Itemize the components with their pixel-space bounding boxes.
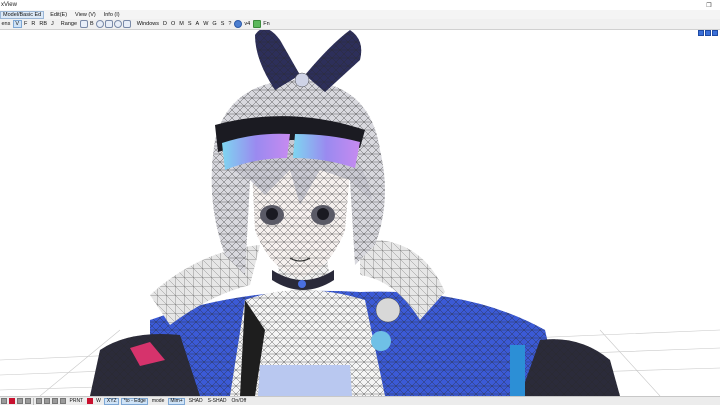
toolbar-ens[interactable]: ens <box>0 20 12 28</box>
title-bar: xView ❐ <box>0 0 720 10</box>
shad-button[interactable]: SHAD <box>187 398 204 405</box>
status-icon-1[interactable] <box>1 398 7 404</box>
window-s2[interactable]: S <box>219 20 226 28</box>
toolbar-rb[interactable]: RB <box>38 20 49 28</box>
shoulder-badge <box>371 331 391 351</box>
grid-icon[interactable] <box>252 20 261 28</box>
window-s[interactable]: S <box>186 20 193 28</box>
status-icon-4[interactable] <box>36 398 42 404</box>
prnt-button[interactable]: PRNT <box>68 398 85 405</box>
v4-label[interactable]: v4 <box>243 20 252 28</box>
menu-edit[interactable]: Edit(E) <box>48 11 69 19</box>
status-icon-5[interactable] <box>44 398 50 404</box>
toolbar-r[interactable]: R <box>30 20 37 28</box>
status-icon-2[interactable] <box>17 398 23 404</box>
restore-icon[interactable]: ❐ <box>698 0 720 10</box>
hair-bow <box>255 30 362 92</box>
s-shad-button[interactable]: S-SHAD <box>206 398 228 405</box>
model-render <box>0 30 720 396</box>
window-o[interactable]: O <box>169 20 176 28</box>
box-select-icon[interactable] <box>105 20 114 28</box>
mim-button[interactable]: Mim+ <box>167 397 186 405</box>
status-icon-7[interactable] <box>60 398 66 404</box>
on-off-button[interactable]: On/Off <box>230 398 248 405</box>
range-label[interactable]: Range <box>59 20 78 28</box>
3d-viewport[interactable] <box>0 30 720 396</box>
record-icon[interactable] <box>9 398 15 404</box>
mode-dropdown[interactable]: mode <box>150 398 166 405</box>
menu-bar: Model/Basic Ed Edit(E) View (V) Info (I) <box>0 10 720 19</box>
main-toolbar: ens V F R RB J Range B Windows D O M S A… <box>0 19 720 30</box>
window-g[interactable]: G <box>211 20 218 28</box>
move-icon[interactable] <box>123 20 132 28</box>
lasso-icon[interactable] <box>114 20 123 28</box>
window-title: xView <box>1 2 17 8</box>
window-controls: ❐ <box>698 0 720 10</box>
view-cube-icon-3[interactable] <box>712 30 718 36</box>
select-icon[interactable] <box>79 20 88 28</box>
view-cube-icon-1[interactable] <box>698 30 704 36</box>
xyz-button[interactable]: XYZ <box>104 397 120 405</box>
to-edge-button[interactable]: *to - Edge <box>121 397 149 405</box>
status-icon-6[interactable] <box>52 398 58 404</box>
fn-button[interactable]: Fn <box>262 20 271 28</box>
shirt <box>230 290 385 396</box>
status-icon-3[interactable] <box>25 398 31 404</box>
globe-icon[interactable] <box>233 20 242 28</box>
separator <box>33 397 34 405</box>
circle-select-icon[interactable] <box>96 20 105 28</box>
windows-label: Windows <box>136 21 159 27</box>
color-swatch-icon[interactable] <box>86 398 93 404</box>
view-cube-icon-2[interactable] <box>705 30 711 36</box>
help-button[interactable]: ? <box>227 20 233 28</box>
lapel-pin <box>375 297 401 323</box>
toolbar-v[interactable]: V <box>12 20 22 28</box>
toolbar-j[interactable]: J <box>50 20 56 28</box>
toolbar-f[interactable]: F <box>23 20 29 28</box>
menu-view[interactable]: View (V) <box>73 11 98 19</box>
window-m[interactable]: M <box>178 20 186 28</box>
window-d[interactable]: D <box>162 20 169 28</box>
menu-info[interactable]: Info (I) <box>102 11 122 19</box>
w-button[interactable]: W <box>95 398 103 405</box>
window-w[interactable]: W <box>202 20 210 28</box>
status-bar: PRNT W XYZ *to - Edge mode Mim+ SHAD S-S… <box>0 396 720 405</box>
window-a[interactable]: A <box>194 20 201 28</box>
view-navigation[interactable] <box>698 30 718 36</box>
toolbar-b[interactable]: B <box>89 20 96 28</box>
menu-model[interactable]: Model/Basic Ed <box>0 10 45 19</box>
